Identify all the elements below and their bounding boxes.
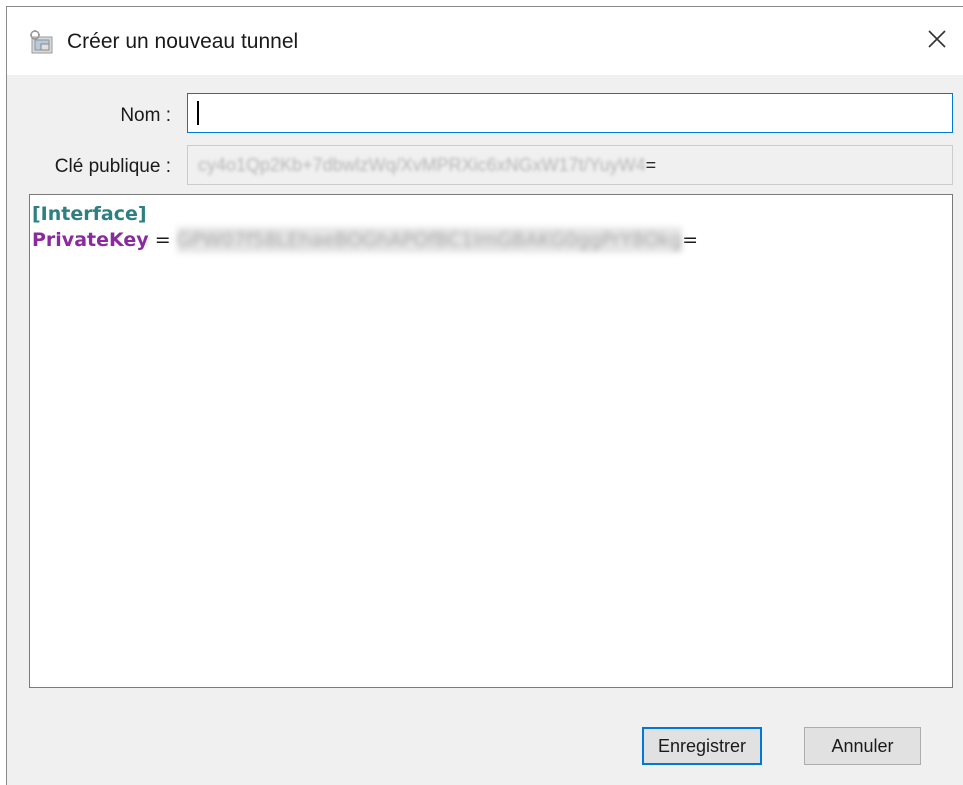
new-tunnel-dialog: Créer un nouveau tunnel Nom : Clé publiq…: [6, 6, 963, 785]
title-bar: Créer un nouveau tunnel: [7, 7, 963, 75]
config-section-line: [Interface]: [32, 201, 952, 227]
config-key-name: PrivateKey: [32, 229, 149, 251]
config-section-header: [Interface]: [32, 203, 147, 225]
cancel-button[interactable]: Annuler: [804, 727, 921, 765]
private-key-suffix: =: [682, 229, 699, 251]
dialog-title: Créer un nouveau tunnel: [67, 30, 299, 53]
public-key-value: cy4o1Qp2Kb+7dbwlzWq/XvMPRXic6xNGxW17t/Yu…: [198, 155, 646, 175]
save-button[interactable]: Enregistrer: [642, 727, 762, 765]
config-separator: =: [148, 229, 177, 251]
public-key-label: Clé publique :: [54, 156, 171, 177]
close-icon: [928, 30, 946, 48]
text-cursor: [197, 101, 199, 125]
close-button[interactable]: [919, 21, 955, 57]
name-input[interactable]: [187, 93, 953, 133]
tunnel-app-icon: [30, 30, 53, 54]
config-editor[interactable]: [Interface] PrivateKey = GPW07f58LEhaeBO…: [29, 194, 953, 688]
private-key-value: GPW07f58LEhaeBOGhAPOfBC1ImGBAKG0ggPrY8Ok…: [176, 227, 683, 253]
public-key-field[interactable]: cy4o1Qp2Kb+7dbwlzWq/XvMPRXic6xNGxW17t/Yu…: [187, 145, 953, 185]
name-label: Nom :: [120, 105, 171, 126]
public-key-suffix: =: [645, 155, 657, 175]
config-privatekey-line: PrivateKey = GPW07f58LEhaeBOGhAPOfBC1ImG…: [32, 227, 952, 253]
